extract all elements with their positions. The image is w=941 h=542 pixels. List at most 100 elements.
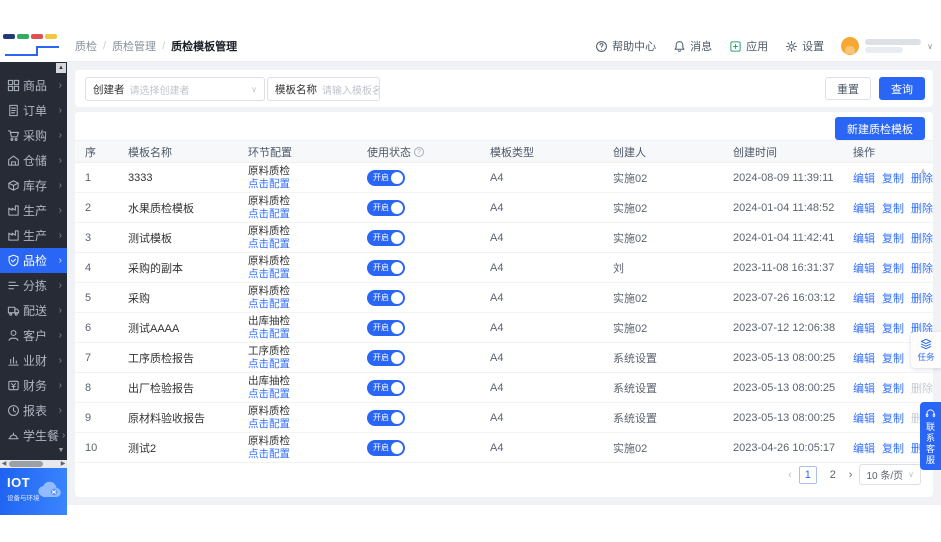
cell-create-time: 2024-01-04 11:42:41 <box>733 232 853 244</box>
table-row: 9原材料验收报告原料质检点击配置开启A4系统设置2023-05-13 08:00… <box>75 403 933 433</box>
sidebar-item-sort-lines[interactable]: 分拣› <box>0 273 67 298</box>
user-menu[interactable]: ∨ <box>841 37 933 55</box>
sidebar-item-inventory-box[interactable]: 库存› <box>0 173 67 198</box>
copy-link[interactable]: 复制 <box>882 320 904 336</box>
sidebar-item-person[interactable]: 客户› <box>0 323 67 348</box>
sidebar-horizontal-scrollbar[interactable]: ◀ ▶ <box>0 460 67 468</box>
edit-link[interactable]: 编辑 <box>853 290 875 306</box>
edit-link[interactable]: 编辑 <box>853 260 875 276</box>
status-toggle[interactable]: 开启 <box>367 170 405 186</box>
sidebar-item-cart[interactable]: 采购› <box>0 123 67 148</box>
copy-link[interactable]: 复制 <box>882 410 904 426</box>
avatar[interactable] <box>841 37 859 55</box>
search-button[interactable]: 查询 <box>879 77 925 100</box>
cell-stage-config: 原料质检点击配置 <box>248 195 367 220</box>
status-toggle[interactable]: 开启 <box>367 200 405 216</box>
configure-link[interactable]: 点击配置 <box>248 208 367 221</box>
breadcrumb-separator: / <box>162 40 165 52</box>
edit-link[interactable]: 编辑 <box>853 170 875 186</box>
copy-link[interactable]: 复制 <box>882 290 904 306</box>
new-template-button[interactable]: 新建质检模板 <box>835 117 925 140</box>
tasks-float-tab[interactable]: 任务 <box>911 332 941 368</box>
cell-creator: 实施02 <box>613 170 733 186</box>
topbar-action-help-circle[interactable]: 帮助中心 <box>595 38 656 54</box>
sidebar-scroll-up-icon[interactable]: ▲ <box>56 63 66 73</box>
edit-link[interactable]: 编辑 <box>853 440 875 456</box>
support-float-tab[interactable]: 联系客服 <box>920 402 941 470</box>
sidebar-item-bar-chart[interactable]: 业财› <box>0 348 67 373</box>
chevron-right-icon: › <box>59 131 62 141</box>
info-icon[interactable]: ? <box>414 147 424 157</box>
status-on-label: 开启 <box>373 322 389 333</box>
iot-panel[interactable]: IOT 设备与环境 <box>0 468 67 515</box>
status-toggle[interactable]: 开启 <box>367 230 405 246</box>
delete-link[interactable]: 删除 <box>911 260 933 276</box>
status-toggle[interactable]: 开启 <box>367 320 405 336</box>
topbar-action-app-square[interactable]: 应用 <box>729 38 768 54</box>
cell-template-name: 3333 <box>128 172 248 184</box>
row-actions: 编辑复制删除 <box>853 230 933 246</box>
status-toggle[interactable]: 开启 <box>367 410 405 426</box>
copy-link[interactable]: 复制 <box>882 440 904 456</box>
page-number-2[interactable]: 2 <box>824 466 842 484</box>
sidebar-item-truck[interactable]: 配送› <box>0 298 67 323</box>
sidebar-item-warehouse[interactable]: 仓储› <box>0 148 67 173</box>
status-toggle[interactable]: 开启 <box>367 440 405 456</box>
page-size-select[interactable]: 10 条/页 ∨ <box>859 464 921 485</box>
configure-link[interactable]: 点击配置 <box>248 418 367 431</box>
copy-link[interactable]: 复制 <box>882 170 904 186</box>
next-page-icon[interactable]: › <box>849 469 853 481</box>
scroll-left-icon[interactable]: ◀ <box>0 460 8 468</box>
configure-link[interactable]: 点击配置 <box>248 178 367 191</box>
sidebar-scroll-down-icon[interactable]: ▼ <box>56 444 66 456</box>
configure-link[interactable]: 点击配置 <box>248 328 367 341</box>
sidebar-item-order-doc[interactable]: 订单› <box>0 98 67 123</box>
copy-link[interactable]: 复制 <box>882 380 904 396</box>
topbar-action-gear[interactable]: 设置 <box>785 38 824 54</box>
chevron-right-icon: › <box>59 231 62 241</box>
sidebar-item-money[interactable]: 财务› <box>0 373 67 398</box>
configure-link[interactable]: 点击配置 <box>248 238 367 251</box>
creator-select[interactable]: 创建者 请选择创建者 ∨ <box>85 77 265 101</box>
sidebar-item-factory[interactable]: 生产› <box>0 223 67 248</box>
edit-link[interactable]: 编辑 <box>853 350 875 366</box>
configure-link[interactable]: 点击配置 <box>248 448 367 461</box>
status-toggle[interactable]: 开启 <box>367 290 405 306</box>
copy-link[interactable]: 复制 <box>882 200 904 216</box>
prev-page-icon[interactable]: ‹ <box>788 469 792 481</box>
edit-link[interactable]: 编辑 <box>853 380 875 396</box>
edit-link[interactable]: 编辑 <box>853 320 875 336</box>
edit-link[interactable]: 编辑 <box>853 200 875 216</box>
edit-link[interactable]: 编辑 <box>853 410 875 426</box>
configure-link[interactable]: 点击配置 <box>248 298 367 311</box>
configure-link[interactable]: 点击配置 <box>248 358 367 371</box>
sidebar-item-shield-check[interactable]: 品检› <box>0 248 67 273</box>
scroll-right-icon[interactable]: ▶ <box>59 460 67 468</box>
page-size-value: 10 条/页 <box>866 467 903 482</box>
sidebar-item-clock[interactable]: 报表› <box>0 398 67 423</box>
reset-button[interactable]: 重置 <box>825 77 871 100</box>
delete-link[interactable]: 删除 <box>911 290 933 306</box>
delete-link[interactable]: 删除 <box>911 200 933 216</box>
status-toggle[interactable]: 开启 <box>367 260 405 276</box>
scrollbar-thumb[interactable] <box>9 461 43 467</box>
edit-link[interactable]: 编辑 <box>853 230 875 246</box>
copy-link[interactable]: 复制 <box>882 350 904 366</box>
sidebar-item-factory[interactable]: 生产› <box>0 198 67 223</box>
topbar-action-bell[interactable]: 消息 <box>673 38 712 54</box>
status-toggle[interactable]: 开启 <box>367 380 405 396</box>
breadcrumb-item[interactable]: 质检管理 <box>112 38 156 54</box>
delete-link[interactable]: 删除 <box>911 230 933 246</box>
cell-template-name: 测试模板 <box>128 230 248 246</box>
template-name-input[interactable]: 模板名称 请输入模板名称 <box>267 77 380 101</box>
configure-link[interactable]: 点击配置 <box>248 268 367 281</box>
status-toggle[interactable]: 开启 <box>367 350 405 366</box>
copy-link[interactable]: 复制 <box>882 260 904 276</box>
breadcrumb-item[interactable]: 质检 <box>75 38 97 54</box>
configure-link[interactable]: 点击配置 <box>248 388 367 401</box>
table-scroll-up-icon[interactable]: ▲ <box>919 166 927 175</box>
page-number-1[interactable]: 1 <box>799 466 817 484</box>
sidebar-item-grid[interactable]: 商品› <box>0 73 67 98</box>
copy-link[interactable]: 复制 <box>882 230 904 246</box>
toggle-knob <box>391 382 403 394</box>
